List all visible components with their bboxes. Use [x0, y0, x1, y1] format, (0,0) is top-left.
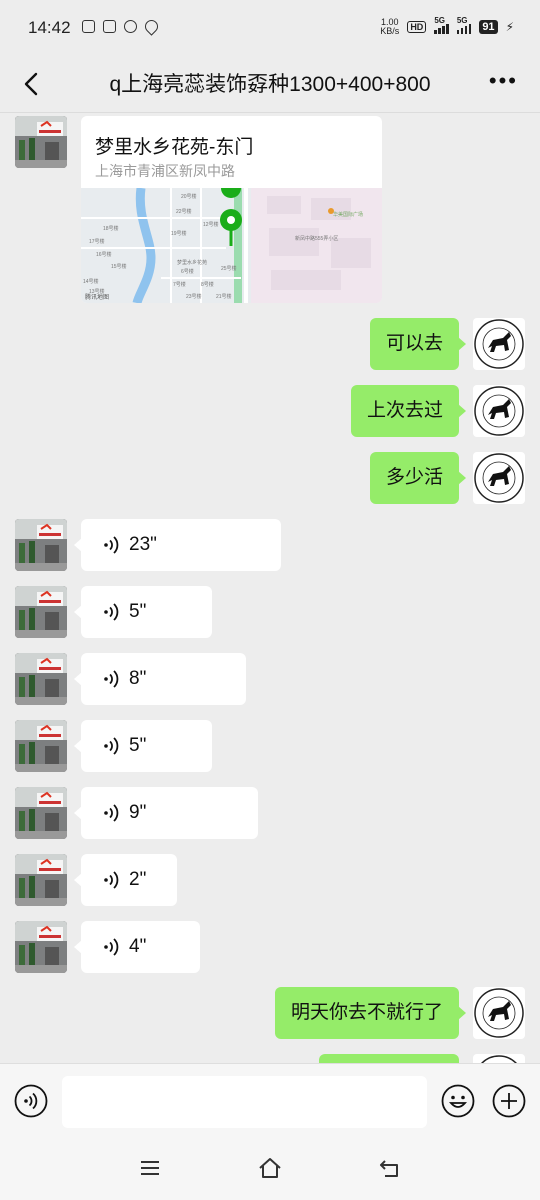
- location-notification-icon: [142, 17, 161, 36]
- signal-icon-2: 5G: [456, 16, 472, 34]
- status-time: 14:42: [28, 18, 71, 37]
- map-label: 8号楼: [201, 281, 214, 288]
- map-label: 23号楼: [186, 293, 202, 300]
- sent-message-bubble[interactable]: 多少活: [369, 452, 467, 504]
- voice-duration: 23": [129, 534, 157, 555]
- contact-avatar[interactable]: [15, 720, 67, 772]
- voice-wave-icon: [104, 737, 119, 755]
- message-input[interactable]: [62, 1076, 427, 1128]
- voice-input-icon[interactable]: [14, 1084, 48, 1118]
- menu-icon[interactable]: [138, 1156, 162, 1180]
- contact-avatar[interactable]: [15, 854, 67, 906]
- my-avatar[interactable]: [473, 318, 525, 370]
- map-label: 22号楼: [176, 208, 192, 215]
- voice-duration: 2": [129, 869, 147, 890]
- contact-avatar[interactable]: [15, 116, 67, 168]
- my-avatar[interactable]: [473, 1054, 525, 1063]
- voice-duration: 5": [129, 601, 147, 622]
- status-bar: 14:42 1.00 KB/s HD 5G 5G 91 ⚡: [0, 0, 540, 56]
- emoji-icon[interactable]: [441, 1084, 475, 1118]
- voice-message-bubble[interactable]: 5": [74, 720, 212, 772]
- voice-message-bubble[interactable]: 5": [74, 586, 212, 638]
- voice-duration: 9": [129, 802, 147, 823]
- contact-avatar[interactable]: [15, 653, 67, 705]
- map-label: 7号楼: [173, 281, 186, 288]
- my-avatar[interactable]: [473, 987, 525, 1039]
- voice-duration: 4": [129, 936, 147, 957]
- voice-duration: 8": [129, 668, 147, 689]
- map-label: 17号楼: [89, 238, 105, 245]
- voice-wave-icon: [104, 871, 119, 889]
- signal-icon: 5G: [434, 16, 449, 34]
- map-label: 梦里水乡花苑: [177, 259, 207, 266]
- voice-duration: 5": [129, 735, 147, 756]
- voice-wave-icon: [104, 536, 119, 554]
- app-notification-icon: [103, 20, 116, 33]
- avatar-notification-icon: [124, 20, 137, 33]
- location-card[interactable]: 梦里水乡花苑-东门 上海市青浦区新凤中路 20号楼 22号楼 12号楼 19号楼…: [81, 116, 382, 303]
- voice-message-bubble[interactable]: 8": [74, 653, 246, 705]
- battery-level: 91: [479, 20, 498, 34]
- contact-avatar[interactable]: [15, 787, 67, 839]
- voice-message-bubble[interactable]: 4": [74, 921, 200, 973]
- contact-avatar[interactable]: [15, 921, 67, 973]
- map-label: 新凤中路555弄小区: [295, 235, 338, 242]
- location-name: 梦里水乡花苑-东门: [95, 137, 254, 158]
- voice-wave-icon: [104, 938, 119, 956]
- input-bar: [0, 1063, 540, 1140]
- map-label: 21号楼: [216, 293, 232, 300]
- voice-message-bubble[interactable]: 2": [74, 854, 177, 906]
- map-label: 6号楼: [181, 268, 194, 275]
- hd-badge: HD: [407, 21, 427, 33]
- contact-avatar[interactable]: [15, 519, 67, 571]
- map-label: 15号楼: [111, 263, 127, 270]
- location-address: 上海市青浦区新凤中路: [95, 163, 235, 179]
- voice-message-bubble[interactable]: 9": [74, 787, 258, 839]
- map-preview: 20号楼 22号楼 12号楼 19号楼 18号楼 17号楼 16号楼 15号楼 …: [81, 188, 382, 303]
- chevron-left-icon[interactable]: [18, 70, 46, 98]
- map-label: 14号楼: [83, 278, 99, 285]
- back-nav-icon[interactable]: [377, 1156, 403, 1180]
- sent-message-bubble[interactable]: 上次去过: [350, 385, 467, 437]
- my-avatar[interactable]: [473, 385, 525, 437]
- voice-wave-icon: [104, 670, 119, 688]
- status-notification-icons: [82, 17, 161, 36]
- charging-icon: ⚡: [505, 20, 514, 34]
- voice-wave-icon: [104, 804, 119, 822]
- map-label: 16号楼: [96, 251, 112, 258]
- voice-wave-icon: [104, 603, 119, 621]
- sent-message-bubble[interactable]: 明天你去不就行了: [274, 987, 467, 1039]
- system-nav-bar: [0, 1140, 540, 1200]
- plus-circle-icon[interactable]: [492, 1084, 526, 1118]
- sent-message-bubble-partial[interactable]: [319, 1054, 459, 1063]
- my-avatar[interactable]: [473, 452, 525, 504]
- home-icon[interactable]: [257, 1156, 283, 1180]
- map-label: 12号楼: [203, 221, 219, 228]
- map-brand: 腾讯地图: [85, 293, 109, 301]
- contact-avatar[interactable]: [15, 586, 67, 638]
- map-label: 13号楼: [89, 288, 105, 295]
- network-speed: 1.00 KB/s: [380, 17, 400, 36]
- map-label: 25号楼: [221, 265, 237, 272]
- map-label: 华美国际广场: [333, 211, 363, 218]
- message-list[interactable]: 梦里水乡花苑-东门 上海市青浦区新凤中路 20号楼 22号楼 12号楼 19号楼…: [0, 113, 540, 1063]
- chat-header: q上海亮蕊装饰孬种1300+400+800 •••: [0, 56, 540, 113]
- map-label: 19号楼: [171, 230, 187, 237]
- voice-message-bubble[interactable]: 23": [74, 519, 281, 571]
- map-label: 20号楼: [181, 193, 197, 200]
- sent-message-bubble[interactable]: 可以去: [369, 318, 467, 370]
- chat-title: q上海亮蕊装饰孬种1300+400+800: [109, 73, 431, 96]
- telegram-icon: [82, 20, 95, 33]
- more-dots-icon[interactable]: •••: [489, 68, 518, 94]
- map-label: 18号楼: [103, 225, 119, 232]
